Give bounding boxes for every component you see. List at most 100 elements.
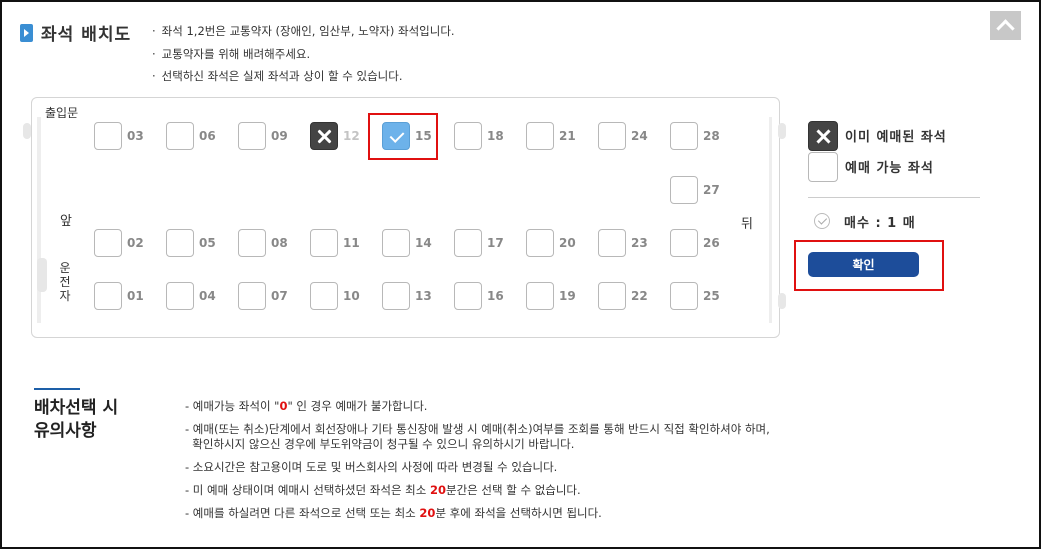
caution-text: - 미 예매 상태이며 예매시 선택하셨던 좌석은 최소 <box>185 483 430 497</box>
seat-01[interactable] <box>94 282 122 310</box>
seat-number-label: 16 <box>487 289 504 303</box>
section-header: 좌석 배치도 <box>20 20 131 45</box>
seat-17[interactable] <box>454 229 482 257</box>
notice-list: 좌석 1,2번은 교통약자 (장애인, 임산부, 노약자) 좌석입니다. 교통약… <box>152 20 455 88</box>
caution-item: 확인하시지 않으신 경우에 부도위약금이 청구될 수 있으니 유의하시기 바랍니… <box>185 437 770 452</box>
sold-seat-legend-icon <box>808 121 838 151</box>
seat-number-label: 10 <box>343 289 360 303</box>
bus-wheel-marker <box>778 123 786 139</box>
sold-seat-legend-label: 이미 예매된 좌석 <box>845 130 947 145</box>
seat-number-label: 04 <box>199 289 216 303</box>
caution-item: - 예매를 하실려면 다른 좌석으로 선택 또는 최소 20분 후에 좌석을 선… <box>185 506 770 521</box>
seat-number-label: 20 <box>559 236 576 250</box>
seat-18[interactable] <box>454 122 482 150</box>
bus-wheel-marker <box>23 123 31 139</box>
seat-11[interactable] <box>310 229 338 257</box>
seat-number-label: 01 <box>127 289 144 303</box>
caution-highlight: 20 <box>430 483 447 497</box>
seat-24[interactable] <box>598 122 626 150</box>
seat-02[interactable] <box>94 229 122 257</box>
entrance-label: 출입문 <box>45 106 79 120</box>
seat-number-label: 14 <box>415 236 432 250</box>
caution-item: - 예매(또는 취소)단계에서 회선장애나 기타 통신장애 발생 시 예매(취소… <box>185 422 770 437</box>
caution-item: - 예매가능 좌석이 "0" 인 경우 예매가 불가합니다. <box>185 399 770 414</box>
notice-item: 교통약자를 위해 배려해주세요. <box>152 43 455 66</box>
page-title: 좌석 배치도 <box>41 25 132 45</box>
seat-number-label: 24 <box>631 129 648 143</box>
back-label: 뒤 <box>741 217 753 232</box>
seat-19[interactable] <box>526 282 554 310</box>
selected-seat-highlight <box>368 113 438 160</box>
caution-title-line: 배차선택 시 <box>34 398 119 418</box>
caution-text: 분 후에 좌석을 선택하시면 됩니다. <box>435 506 602 520</box>
caution-title: 배차선택 시 유의사항 <box>34 397 118 443</box>
seat-04[interactable] <box>166 282 194 310</box>
seat-16[interactable] <box>454 282 482 310</box>
seat-22[interactable] <box>598 282 626 310</box>
seat-07[interactable] <box>238 282 266 310</box>
seat-number-label: 23 <box>631 236 648 250</box>
caution-item: - 소요시간은 참고용이며 도로 및 버스회사의 사정에 따라 변경될 수 있습… <box>185 460 770 475</box>
seat-08[interactable] <box>238 229 266 257</box>
seat-23[interactable] <box>598 229 626 257</box>
caution-text: - 소요시간은 참고용이며 도로 및 버스회사의 사정에 따라 변경될 수 있습… <box>185 460 558 474</box>
seat-number-label: 09 <box>271 129 288 143</box>
seat-21[interactable] <box>526 122 554 150</box>
seat-12 <box>310 122 338 150</box>
seat-03[interactable] <box>94 122 122 150</box>
check-circle-icon <box>814 213 830 229</box>
caution-accent-bar <box>34 388 80 390</box>
available-seat-legend-label: 예매 가능 좌석 <box>845 161 934 176</box>
seat-28[interactable] <box>670 122 698 150</box>
caution-text: - 예매(또는 취소)단계에서 회선장애나 기타 통신장애 발생 시 예매(취소… <box>185 422 770 436</box>
driver-seat-marker <box>37 258 47 292</box>
legend-divider <box>808 197 980 198</box>
caution-text: - 예매를 하실려면 다른 좌석으로 선택 또는 최소 <box>185 506 420 520</box>
seat-number-label: 18 <box>487 129 504 143</box>
seat-number-label: 25 <box>703 289 720 303</box>
seat-number-label: 21 <box>559 129 576 143</box>
ticket-count: 매수 : 1 매 <box>844 216 916 231</box>
caution-item: - 미 예매 상태이며 예매시 선택하셨던 좌석은 최소 20분간은 선택 할 … <box>185 483 770 498</box>
caution-title-line: 유의사항 <box>34 421 97 441</box>
seat-number-label: 02 <box>127 236 144 250</box>
driver-label: 운전자 <box>59 261 71 303</box>
seat-number-label: 12 <box>343 129 360 143</box>
seat-number-label: 17 <box>487 236 504 250</box>
caution-text: " 인 경우 예매가 불가합니다. <box>287 399 428 413</box>
notice-item: 좌석 1,2번은 교통약자 (장애인, 임산부, 노약자) 좌석입니다. <box>152 20 455 43</box>
seat-number-label: 26 <box>703 236 720 250</box>
seat-14[interactable] <box>382 229 410 257</box>
seat-05[interactable] <box>166 229 194 257</box>
seat-number-label: 06 <box>199 129 216 143</box>
notice-item: 선택하신 좌석은 실제 좌석과 상이 할 수 있습니다. <box>152 65 455 88</box>
caution-text: 분간은 선택 할 수 없습니다. <box>446 483 581 497</box>
caution-text: - 예매가능 좌석이 " <box>185 399 280 413</box>
bus-side-wall-right <box>769 117 772 323</box>
seat-13[interactable] <box>382 282 410 310</box>
caution-list: - 예매가능 좌석이 "0" 인 경우 예매가 불가합니다. - 예매(또는 취… <box>185 399 770 521</box>
bus-side-wall-left <box>37 117 41 323</box>
caution-highlight: 20 <box>419 506 436 520</box>
collapse-up-button[interactable] <box>990 11 1021 40</box>
available-seat-legend-icon <box>808 152 838 182</box>
seat-09[interactable] <box>238 122 266 150</box>
seat-number-label: 28 <box>703 129 720 143</box>
seat-27[interactable] <box>670 176 698 204</box>
bus-wheel-marker <box>778 293 786 309</box>
confirm-button[interactable]: 확인 <box>808 252 919 277</box>
seat-number-label: 11 <box>343 236 360 250</box>
seat-number-label: 05 <box>199 236 216 250</box>
seat-number-label: 08 <box>271 236 288 250</box>
seat-26[interactable] <box>670 229 698 257</box>
seat-number-label: 27 <box>703 183 720 197</box>
seat-number-label: 22 <box>631 289 648 303</box>
seat-20[interactable] <box>526 229 554 257</box>
seat-number-label: 07 <box>271 289 288 303</box>
seat-10[interactable] <box>310 282 338 310</box>
front-label: 앞 <box>60 214 72 229</box>
caution-text: 확인하시지 않으신 경우에 부도위약금이 청구될 수 있으니 유의하시기 바랍니… <box>185 437 575 451</box>
seat-25[interactable] <box>670 282 698 310</box>
seat-06[interactable] <box>166 122 194 150</box>
seat-number-label: 19 <box>559 289 576 303</box>
